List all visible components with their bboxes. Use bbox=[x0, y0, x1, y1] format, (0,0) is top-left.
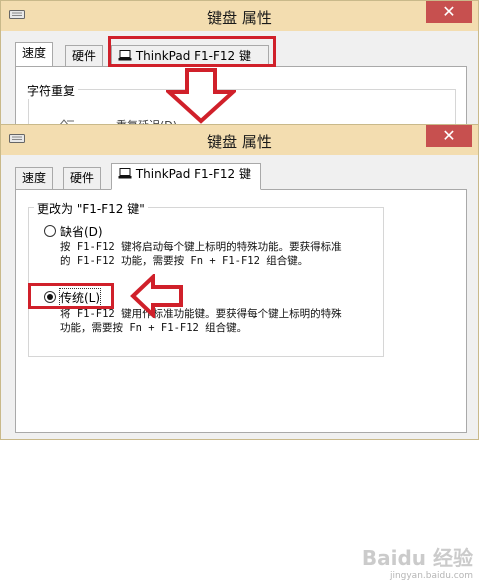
legacy-desc-line1: 将 F1-F12 键用作标准功能键。要获得每个键上标明的特殊 bbox=[60, 308, 342, 320]
left-arrow-annotation bbox=[130, 274, 183, 318]
highlight-box-legacy-option bbox=[28, 283, 114, 309]
front-tab-thinkpad[interactable]: ThinkPad F1-F12 键 bbox=[111, 163, 261, 190]
back-tab-hardware[interactable]: 硬件 bbox=[65, 45, 104, 67]
default-desc-line1: 按 F1-F12 键将启动每个键上标明的特殊功能。要获得标准 bbox=[60, 241, 342, 253]
laptop-icon bbox=[118, 168, 132, 179]
back-tab-speed[interactable]: 速度 bbox=[15, 42, 54, 67]
front-tab-hardware[interactable]: 硬件 bbox=[63, 167, 102, 189]
front-tab-speed[interactable]: 速度 bbox=[15, 167, 54, 189]
front-window-title: 键盘 属性 bbox=[207, 133, 272, 151]
back-title-bar: 键盘 属性 ✕ bbox=[1, 1, 478, 31]
default-radio[interactable] bbox=[44, 225, 56, 237]
front-tab-panel: 更改为 "F1-F12 键" 缺省(D) 按 F1-F12 键将启动每个键上标明… bbox=[15, 189, 467, 433]
legacy-desc-line2: 功能，需要按 Fn + F1-F12 组合键。 bbox=[60, 322, 248, 334]
highlight-box-thinkpad-tab bbox=[108, 36, 276, 67]
front-title-bar: 键盘 属性 ✕ bbox=[1, 125, 478, 155]
fkey-mode-legend: 更改为 "F1-F12 键" bbox=[34, 200, 148, 217]
front-tab-thinkpad-label: ThinkPad F1-F12 键 bbox=[135, 167, 251, 181]
front-close-button[interactable]: ✕ bbox=[426, 125, 472, 147]
watermark-url: jingyan.baidu.com bbox=[389, 571, 473, 581]
watermark-text: Baidu 经验 bbox=[361, 546, 473, 570]
baidu-watermark: Baidu 经验 jingyan.baidu.com bbox=[362, 542, 473, 581]
back-tab-panel: 字符重复 重复延迟(D) bbox=[15, 66, 467, 129]
back-char-repeat-group bbox=[28, 89, 456, 129]
default-desc-line2: 的 F1-F12 功能，需要按 Fn + F1-F12 组合键。 bbox=[60, 255, 309, 267]
default-radio-label[interactable]: 缺省(D) bbox=[60, 223, 103, 240]
back-close-button[interactable]: ✕ bbox=[426, 1, 472, 23]
front-keyboard-properties-window: 键盘 属性 ✕ 速度 硬件 ThinkPad F1-F12 键 更改为 "F1-… bbox=[0, 124, 479, 440]
back-char-repeat-legend: 字符重复 bbox=[24, 82, 79, 99]
down-arrow-annotation bbox=[166, 68, 236, 124]
back-window-title: 键盘 属性 bbox=[207, 9, 272, 27]
